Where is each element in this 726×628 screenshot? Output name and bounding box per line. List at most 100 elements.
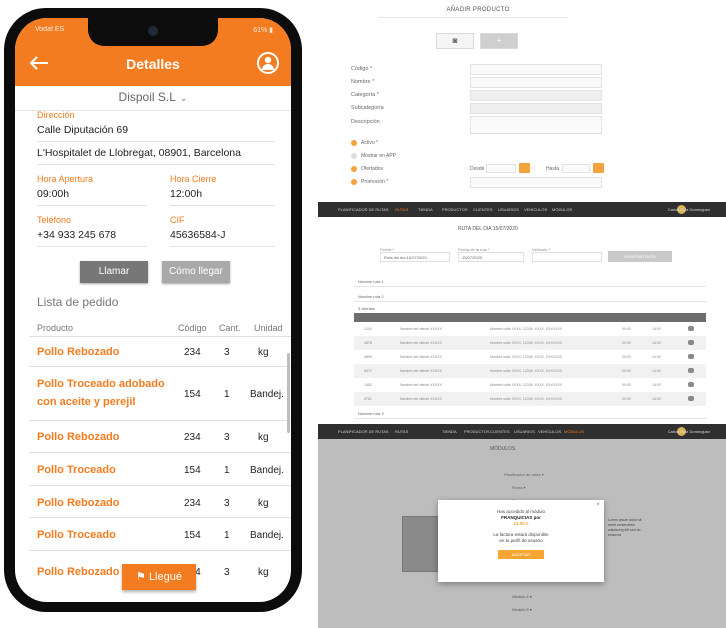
aceptar-button[interactable]: ACEPTAR (498, 550, 544, 559)
row-cliente: Nombre del cliente XXXXX (400, 341, 442, 345)
ofertados-checkbox[interactable] (351, 166, 357, 172)
delete-icon[interactable] (688, 354, 694, 359)
vehiculo-select[interactable] (532, 252, 602, 262)
calendar-hasta-icon[interactable] (593, 163, 604, 173)
nav-item[interactable]: PLANIFICADOR DE RUTAS (338, 429, 389, 434)
accordion-item[interactable]: Nombre ruta 2 (354, 291, 706, 302)
nav-item[interactable]: TIENDA (418, 207, 433, 212)
row-unidad: Bandej. (250, 465, 284, 476)
nav-item[interactable]: VEHÍCULOS (524, 207, 547, 212)
fecha-ruta-input[interactable]: 15/07/2020 (458, 252, 524, 262)
module-item[interactable]: Módulo 5 ▾ (318, 605, 726, 615)
codigo-label: Código * (351, 66, 373, 72)
guardar-ruta-button[interactable]: GUARDAR RUTA (608, 251, 672, 262)
categoria-label: Categoría * (351, 92, 379, 98)
nav-item[interactable]: PRODUCTOS (442, 207, 467, 212)
company-selector[interactable]: Dispoil S.L ⌄ (15, 90, 291, 111)
lista-pedido-title: Lista de pedido (37, 295, 119, 309)
llamar-button[interactable]: Llamar (80, 261, 148, 283)
table-row[interactable]: 1234 Nombre del cliente XXXXX Nombre cal… (354, 322, 706, 336)
direccion-label: Dirección (37, 110, 75, 120)
row-direccion: Nombre calle XXXX, 12345, XXXX, XXXXXXX (490, 369, 563, 373)
promocion-label: Promoción * (361, 179, 389, 185)
nav-item[interactable]: CLIENTES (490, 429, 510, 434)
fecha-input[interactable]: Ruta del día 15/07/2020 (380, 252, 450, 262)
codigo-input[interactable] (470, 64, 602, 75)
table-row[interactable]: Pollo Troceado adobado con aceite y pere… (29, 366, 291, 420)
llegue-button[interactable]: ⚑ Llegué (122, 564, 196, 590)
row-unidad: kg (258, 498, 269, 509)
promocion-select[interactable] (470, 177, 602, 188)
module-item[interactable]: Módulo 4 ▾ (318, 592, 726, 602)
scrollbar[interactable] (287, 353, 290, 433)
desde-input[interactable] (486, 164, 516, 173)
col-cant: Cant. (219, 323, 241, 333)
table-row[interactable]: Pollo Rebozado 234 3 kg (29, 485, 291, 517)
row-cant: 1 (224, 465, 230, 476)
delete-icon[interactable] (688, 340, 694, 345)
hora-cierre-label: Hora Cierre (170, 174, 217, 184)
calendar-desde-icon[interactable] (519, 163, 530, 173)
table-row[interactable]: 4875 Nombre del cliente XXXXX Nombre cal… (354, 336, 706, 350)
delete-icon[interactable] (688, 396, 694, 401)
nav-item[interactable]: RUTAS (395, 207, 408, 212)
descripcion-input[interactable] (470, 116, 602, 134)
nav-item[interactable]: CLIENTES (473, 207, 493, 212)
nav-item[interactable]: PRODUCTOS (464, 429, 489, 434)
table-row[interactable]: Pollo Rebozado 234 3 kg (29, 420, 291, 452)
row-cliente: Nombre del cliente XXXXX (400, 355, 442, 359)
nav-item[interactable]: USUARIOS (498, 207, 519, 212)
accordion-item[interactable]: Nombre ruta 1 (354, 276, 706, 287)
hasta-label: Hasta (546, 166, 560, 172)
table-row[interactable]: Pollo Troceado 154 1 Bandej. (29, 517, 291, 550)
module-item[interactable]: Planificador de rutas ▾ (504, 472, 544, 477)
user-name[interactable]: Carlos Ruiz Domínguez (668, 207, 710, 212)
camera-button[interactable]: ◙ (436, 33, 474, 49)
table-row[interactable]: 6372 Nombre del cliente XXXXX Nombre cal… (354, 364, 706, 378)
row-direccion: Nombre calle XXXX, 12345, XXXX, XXXXXXX (490, 355, 563, 359)
como-llegar-button[interactable]: Cómo llegar (162, 261, 230, 283)
table-row[interactable]: 1452 Nombre del cliente XXXXX Nombre cal… (354, 378, 706, 392)
nav-item[interactable]: VEHÍCULOS (538, 429, 561, 434)
row-cant: 3 (224, 432, 230, 443)
subcategoria-select[interactable] (470, 103, 602, 114)
row-cant: 3 (224, 498, 230, 509)
add-image-button[interactable]: + (480, 33, 518, 49)
delete-icon[interactable] (688, 382, 694, 387)
nav-item[interactable]: PLANIFICADOR DE RUTAS (338, 207, 389, 212)
activo-label: Activo * (361, 140, 378, 146)
telefono-label: Teléfono (37, 215, 72, 225)
row-cliente: Nombre del cliente XXXXX (400, 327, 442, 331)
table-row[interactable]: Pollo Troceado 154 1 Bandej. (29, 452, 291, 485)
user-name[interactable]: Carlos Ruiz Domínguez (668, 429, 710, 434)
promocion-checkbox[interactable] (351, 179, 357, 185)
delete-icon[interactable] (688, 326, 694, 331)
accordion-item[interactable]: Nombre ruta 3 (354, 408, 706, 419)
nav-item[interactable]: MÓDULOS (552, 207, 572, 212)
nav-item[interactable]: MÓDULOS (564, 429, 584, 434)
categoria-select[interactable] (470, 90, 602, 101)
chevron-down-icon: ⌄ (179, 93, 188, 103)
nav-item[interactable]: USUARIOS (514, 429, 535, 434)
table-row[interactable]: 4895 Nombre del cliente XXXXX Nombre cal… (354, 350, 706, 364)
status-battery: 61% ▮ (253, 27, 273, 34)
flag-icon: ⚑ (136, 571, 149, 583)
nav-item[interactable]: TIENDA (442, 429, 457, 434)
top-nav: PLANIFICADOR DE RUTAS RUTAS TIENDA PRODU… (318, 202, 726, 217)
nombre-input[interactable] (470, 77, 602, 88)
delete-icon[interactable] (688, 368, 694, 373)
close-icon[interactable]: × (596, 502, 600, 508)
nav-item[interactable]: RUTAS (395, 429, 408, 434)
row-producto: Pollo Rebozado (37, 566, 120, 578)
module-item[interactable]: Rutas ▾ (512, 485, 526, 490)
user-profile-icon[interactable] (257, 52, 279, 74)
row-direccion: Nombre calle XXXX, 12345, XXXX, XXXXXXX (490, 341, 563, 345)
cif-label: CIF (170, 215, 185, 225)
row-hora-fin: 14:00 (652, 383, 661, 387)
table-row[interactable]: Pollo Rebozado 234 3 kg (29, 336, 291, 366)
hasta-input[interactable] (562, 164, 590, 173)
col-codigo: Código (178, 323, 207, 333)
mostrar-app-checkbox[interactable] (351, 153, 357, 159)
activo-checkbox[interactable] (351, 140, 357, 146)
table-row[interactable]: 3781 Nombre del cliente XXXXX Nombre cal… (354, 392, 706, 406)
